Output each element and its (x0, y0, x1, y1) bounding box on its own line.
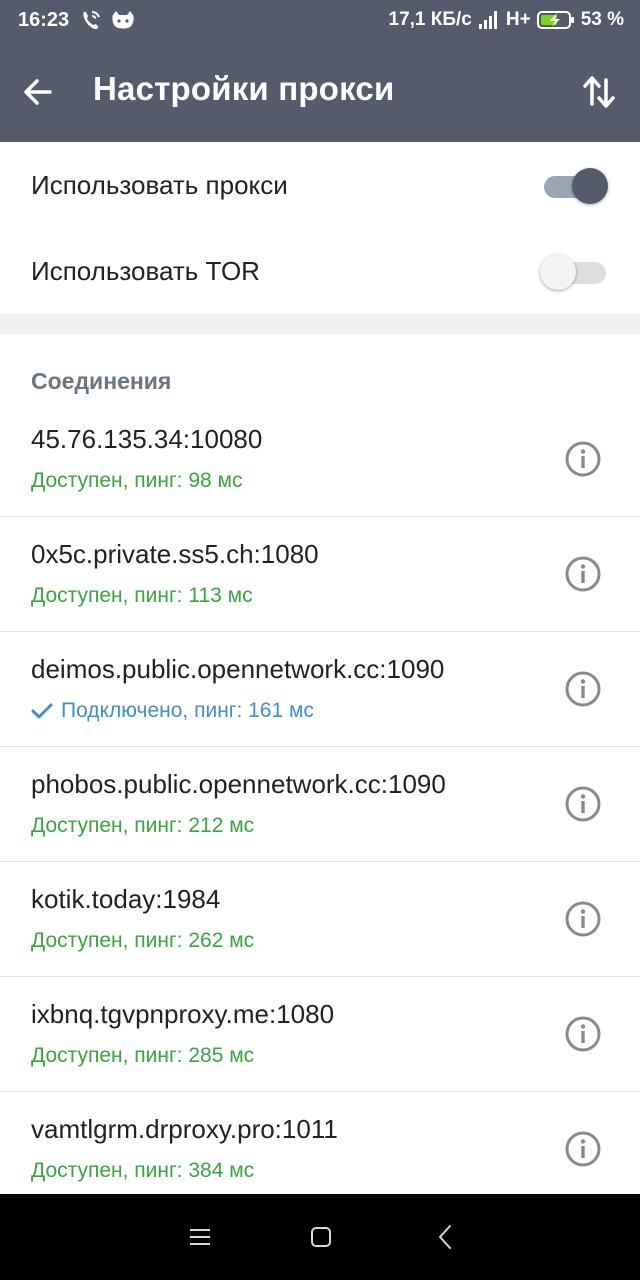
proxy-host: ixbnq.tgvpnproxy.me:1080 (31, 999, 335, 1029)
cat-icon (112, 11, 134, 29)
proxy-status-text: Подключено, пинг: 161 мс (61, 699, 314, 722)
use-tor-switch[interactable] (540, 254, 608, 290)
info-icon[interactable] (564, 440, 602, 478)
list-item[interactable]: deimos.public.opennetwork.cc:1090 Подклю… (0, 632, 640, 747)
switch-thumb (540, 254, 576, 290)
list-item[interactable]: phobos.public.opennetwork.cc:1090 Доступ… (0, 747, 640, 862)
proxy-toggles: Использовать прокси Использовать TOR (0, 142, 640, 314)
proxy-status-text: Доступен, пинг: 212 мс (31, 814, 255, 837)
status-right: 17,1 КБ/с H+ 53 % (389, 9, 625, 31)
list-item[interactable]: 45.76.135.34:10080 Доступен, пинг: 98 мс (0, 402, 640, 517)
proxy-host: 45.76.135.34:10080 (31, 424, 263, 454)
status-network: H+ (505, 9, 531, 30)
arrow-back-icon[interactable] (20, 74, 56, 110)
proxy-host: deimos.public.opennetwork.cc:1090 (31, 654, 445, 684)
status-time: 16:23 (18, 9, 70, 31)
proxy-status: Доступен, пинг: 113 мс (31, 584, 253, 608)
proxy-status: Доступен, пинг: 98 мс (31, 469, 242, 493)
proxy-status-text: Доступен, пинг: 262 мс (31, 929, 255, 952)
proxy-status-text: Доступен, пинг: 113 мс (31, 584, 253, 607)
info-icon[interactable] (564, 670, 602, 708)
proxy-status: Доступен, пинг: 384 мс (31, 1159, 254, 1183)
toolbar: Настройки прокси (0, 42, 640, 142)
battery-charging-icon (536, 11, 574, 29)
section-divider (0, 314, 640, 334)
status-battery: 53 % (580, 9, 624, 30)
use-proxy-row[interactable]: Использовать прокси (0, 142, 640, 228)
page-title: Настройки прокси (93, 70, 395, 107)
connections-list: 45.76.135.34:10080 Доступен, пинг: 98 мс… (0, 402, 640, 1207)
checkmark-icon (31, 703, 53, 719)
proxy-host: phobos.public.opennetwork.cc:1090 (31, 769, 446, 799)
use-proxy-label: Использовать прокси (31, 170, 288, 200)
proxy-host: vamtlgrm.drproxy.pro:1011 (31, 1114, 338, 1144)
use-proxy-switch[interactable] (540, 168, 608, 204)
connections-header: Соединения (31, 368, 172, 394)
proxy-host: 0x5c.private.ss5.ch:1080 (31, 539, 319, 569)
signal-icon (478, 11, 497, 29)
proxy-status-text: Доступен, пинг: 285 мс (31, 1044, 255, 1067)
proxy-status-text: Доступен, пинг: 384 мс (31, 1159, 255, 1182)
proxy-status: Доступен, пинг: 262 мс (31, 929, 254, 953)
use-tor-label: Использовать TOR (31, 256, 260, 286)
system-nav-bar (0, 1194, 640, 1280)
switch-thumb (572, 168, 608, 204)
proxy-status: Подключено, пинг: 161 мс (31, 699, 314, 723)
menu-icon[interactable] (189, 1227, 211, 1247)
info-icon[interactable] (564, 555, 602, 593)
list-item[interactable]: ixbnq.tgvpnproxy.me:1080 Доступен, пинг:… (0, 977, 640, 1092)
phone-wifi-icon (83, 11, 100, 30)
info-icon[interactable] (564, 900, 602, 938)
back-icon[interactable] (437, 1224, 453, 1250)
status-speed: 17,1 КБ/с (388, 9, 472, 30)
sort-icon[interactable] (582, 74, 616, 110)
list-item[interactable]: 0x5c.private.ss5.ch:1080 Доступен, пинг:… (0, 517, 640, 632)
list-item[interactable]: kotik.today:1984 Доступен, пинг: 262 мс (0, 862, 640, 977)
proxy-status: Доступен, пинг: 285 мс (31, 1044, 254, 1068)
proxy-status-text: Доступен, пинг: 98 мс (31, 469, 243, 492)
info-icon[interactable] (564, 1130, 602, 1168)
list-item[interactable]: vamtlgrm.drproxy.pro:1011 Доступен, пинг… (0, 1092, 640, 1207)
use-tor-row[interactable]: Использовать TOR (0, 228, 640, 314)
proxy-host: kotik.today:1984 (31, 884, 221, 914)
proxy-status: Доступен, пинг: 212 мс (31, 814, 254, 838)
info-icon[interactable] (564, 1015, 602, 1053)
info-icon[interactable] (564, 785, 602, 823)
status-bar: 16:23 17,1 КБ/с H+ 53 % (0, 0, 640, 42)
home-icon[interactable] (310, 1226, 332, 1248)
